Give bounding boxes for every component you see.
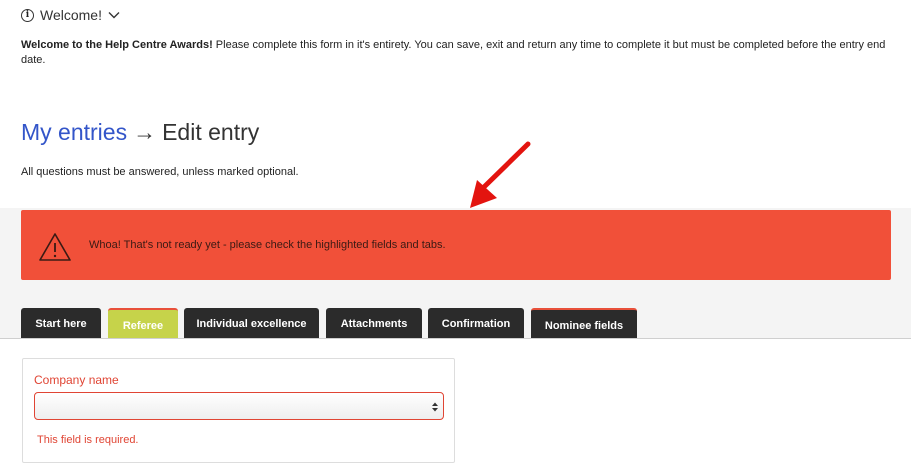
my-entries-link[interactable]: My entries bbox=[21, 116, 127, 148]
tab-start-here[interactable]: Start here bbox=[21, 308, 101, 339]
company-name-card: Company name This field is required. bbox=[22, 358, 455, 463]
field-error-message: This field is required. bbox=[37, 434, 139, 446]
tab-nominee-fields[interactable]: Nominee fields bbox=[531, 308, 637, 339]
annotation-arrow-icon bbox=[470, 141, 531, 208]
tab-attachments[interactable]: Attachments bbox=[326, 308, 422, 339]
tab-confirmation[interactable]: Confirmation bbox=[428, 308, 524, 339]
error-alert: Whoa! That's not ready yet - please chec… bbox=[21, 210, 891, 280]
intro-bold: Welcome to the Help Centre Awards! bbox=[21, 39, 213, 51]
required-note: All questions must be answered, unless m… bbox=[21, 166, 299, 178]
intro-text: Welcome to the Help Centre Awards! Pleas… bbox=[21, 38, 891, 68]
company-name-select[interactable] bbox=[34, 392, 444, 420]
page-title: My entries → Edit entry bbox=[21, 116, 259, 148]
tabs-divider bbox=[0, 338, 911, 339]
breadcrumb-arrow: → bbox=[133, 119, 157, 145]
tab-individual-excellence[interactable]: Individual excellence bbox=[184, 308, 319, 339]
company-name-label: Company name bbox=[34, 373, 119, 387]
tab-referee[interactable]: Referee bbox=[108, 308, 178, 339]
welcome-label: Welcome! bbox=[40, 7, 102, 23]
alert-message: Whoa! That's not ready yet - please chec… bbox=[89, 239, 446, 251]
select-arrows-icon bbox=[431, 400, 439, 418]
edit-entry-title: Edit entry bbox=[162, 119, 260, 145]
chevron-down-icon bbox=[108, 11, 120, 19]
warning-icon bbox=[38, 232, 72, 267]
info-icon: i bbox=[21, 8, 34, 22]
welcome-toggle[interactable]: i Welcome! bbox=[21, 6, 120, 24]
